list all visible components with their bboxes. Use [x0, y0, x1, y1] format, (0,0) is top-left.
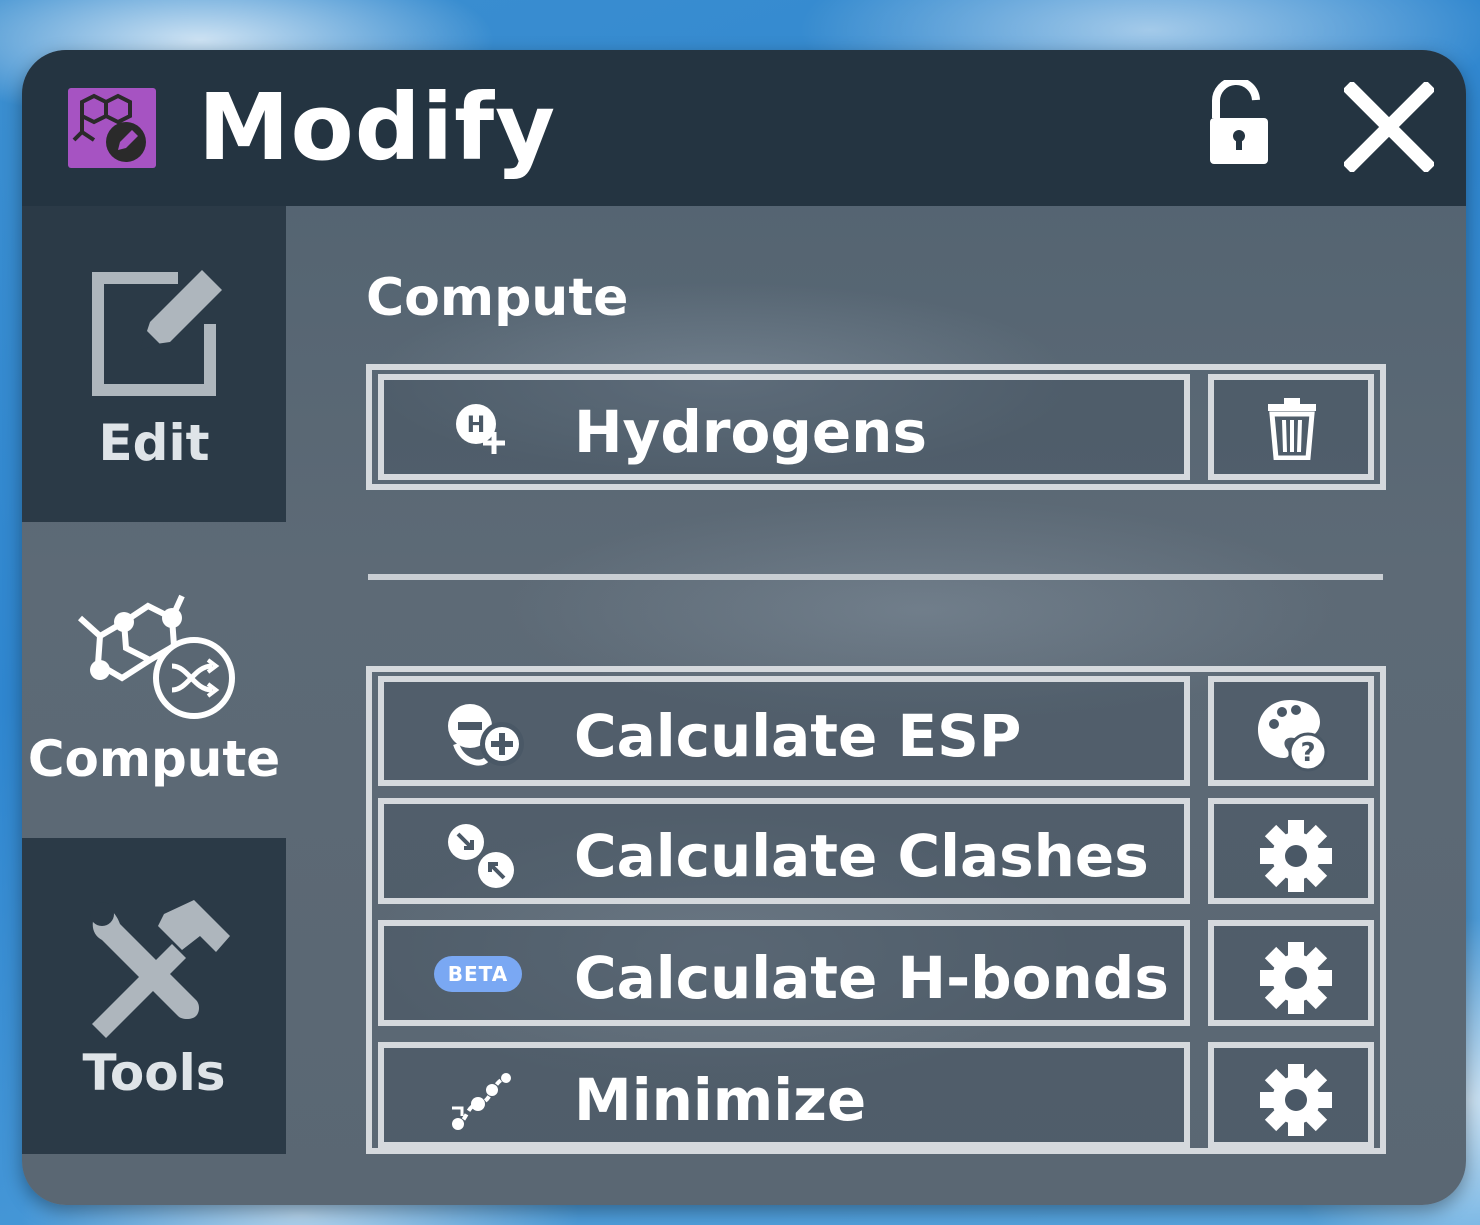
- palette-help-icon: ?: [1258, 700, 1328, 772]
- minimize-path-icon: [452, 1073, 511, 1130]
- clash-arrows-icon: [448, 824, 514, 888]
- sidebar: Edit Compute Tools: [22, 206, 286, 1205]
- calculate-clashes-button[interactable]: Calculate Clashes: [378, 798, 1190, 904]
- svg-text:?: ?: [1300, 738, 1315, 768]
- charge-plus-minus-icon: [448, 704, 524, 766]
- hydrogens-group: H Hydrogens: [366, 364, 1386, 490]
- clashes-settings-button[interactable]: [1208, 798, 1374, 904]
- tab-tools[interactable]: Tools: [22, 838, 286, 1154]
- minimize-settings-button[interactable]: [1208, 1042, 1374, 1148]
- section-title: Compute: [366, 268, 629, 328]
- edit-pencil-icon: [92, 270, 222, 396]
- wrench-hammer-icon: [90, 900, 230, 1038]
- close-icon: [1342, 80, 1436, 174]
- add-hydrogen-icon: H: [456, 404, 505, 454]
- trash-icon: [1268, 398, 1316, 460]
- delete-hydrogens-button[interactable]: [1208, 374, 1374, 480]
- gear-icon: [1260, 820, 1332, 892]
- unlock-button[interactable]: [1202, 76, 1272, 172]
- molecule-shuffle-icon: [77, 594, 235, 719]
- molecule-edit-icon: [68, 88, 156, 168]
- modify-window: Modify Edit Compute Tools Compute H Hydr…: [22, 50, 1466, 1205]
- calculate-hbonds-label: Calculate H-bonds: [574, 944, 1169, 1012]
- calculate-esp-label: Calculate ESP: [574, 702, 1022, 770]
- tab-edit-label: Edit: [98, 414, 210, 472]
- gear-icon: [1260, 942, 1332, 1014]
- close-button[interactable]: [1342, 80, 1436, 174]
- tab-compute-label: Compute: [27, 730, 281, 788]
- tab-compute[interactable]: Compute: [22, 522, 286, 838]
- calculate-esp-button[interactable]: Calculate ESP: [378, 676, 1190, 786]
- beta-badge: BETA: [434, 956, 522, 992]
- gear-icon: [1260, 1064, 1332, 1136]
- calculate-clashes-label: Calculate Clashes: [574, 822, 1149, 890]
- calculate-hbonds-button[interactable]: BETA Calculate H-bonds: [378, 920, 1190, 1026]
- hydrogens-button[interactable]: H Hydrogens: [378, 374, 1190, 480]
- window-title: Modify: [198, 74, 557, 181]
- svg-text:H: H: [467, 413, 485, 438]
- title-bar[interactable]: Modify: [22, 50, 1466, 206]
- tab-tools-label: Tools: [82, 1044, 226, 1102]
- esp-options-button[interactable]: ?: [1208, 676, 1374, 786]
- minimize-button[interactable]: Minimize: [378, 1042, 1190, 1148]
- section-divider: [368, 574, 1383, 580]
- hbonds-settings-button[interactable]: [1208, 920, 1374, 1026]
- compute-actions-group: Calculate ESP ? Calculate Clashes BETA C…: [366, 666, 1386, 1154]
- unlock-icon: [1210, 76, 1268, 164]
- hydrogens-label: Hydrogens: [574, 398, 927, 466]
- tab-edit[interactable]: Edit: [22, 206, 286, 522]
- minimize-label: Minimize: [574, 1066, 867, 1134]
